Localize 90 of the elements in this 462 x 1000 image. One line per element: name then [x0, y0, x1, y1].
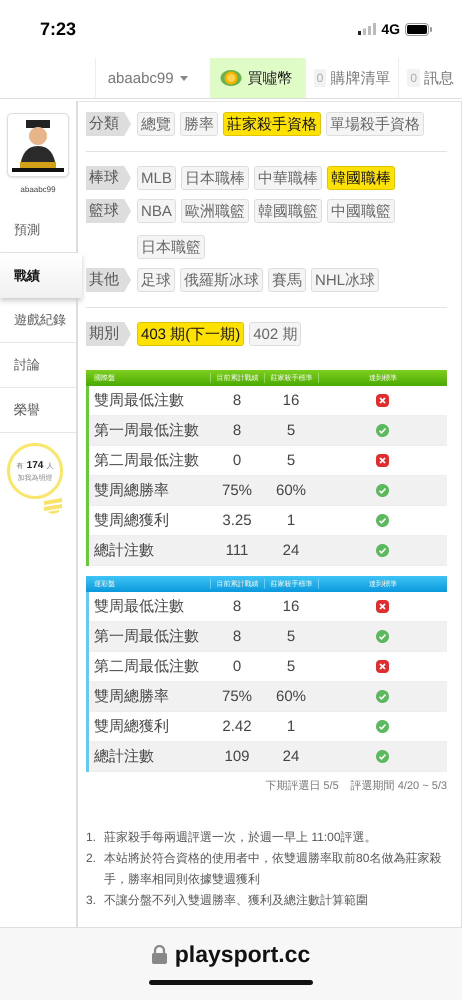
table-cell-text: 雙周總勝率: [93, 687, 170, 706]
home-indicator[interactable]: [149, 980, 313, 985]
table-cell-text: 8: [232, 392, 242, 409]
table-cell-text: 第二周最低注數: [93, 657, 200, 676]
fans-count: 174: [26, 460, 44, 470]
filter-tag[interactable]: NBA: [137, 199, 176, 223]
table-cell-text: 雙周最低注數: [93, 597, 185, 616]
table-cell-text: 8: [232, 628, 242, 645]
lock-icon: [152, 945, 167, 964]
count-badge: 0: [314, 69, 326, 87]
filter-tag[interactable]: 韓國職籃: [254, 199, 322, 223]
table-cell-text: 0: [232, 658, 242, 675]
filter-label: 分類: [86, 112, 131, 136]
buy-coins-button[interactable]: 買噓幣: [210, 58, 305, 98]
filter-tag[interactable]: 足球: [137, 268, 175, 292]
table-cell-text: 1: [286, 718, 296, 735]
table-cell-text: 5: [286, 658, 296, 675]
filter-label: 其他: [86, 268, 131, 292]
count-badge: 0: [407, 69, 420, 87]
table-cell-text: 第二周最低注數: [93, 451, 200, 470]
filter-label: 籃球: [86, 199, 131, 223]
filter-label: 棒球: [86, 166, 131, 190]
username: abaabc99: [19, 185, 57, 194]
filter-tag[interactable]: 總覽: [137, 112, 175, 136]
table-cell-text: 24: [282, 748, 300, 765]
clock-time: 7:23: [40, 18, 76, 40]
battery-icon: [405, 22, 432, 36]
table-cell-text: 0: [232, 452, 242, 469]
table-cell-text: 60%: [274, 688, 308, 705]
filter-tag[interactable]: 賽馬: [268, 268, 306, 292]
table-cell-text: 第一周最低注數: [93, 627, 200, 646]
table-cell-text: 第一周最低注數: [93, 421, 200, 440]
rule-number: 3.: [86, 892, 96, 909]
filter-tag[interactable]: 勝率: [180, 112, 218, 136]
filter-tag[interactable]: 日本職籃: [137, 235, 205, 259]
table-cell-text: 2.42: [221, 718, 253, 735]
table-cell-text: 雙周總獲利: [93, 511, 170, 530]
network-label: 4G: [381, 21, 400, 37]
messages-link[interactable]: 0 訊息: [398, 58, 462, 98]
rule-text: 不讓分盤不列入雙週勝率、獲利及總注數計算範圍: [104, 892, 368, 909]
filter-tag[interactable]: 單場殺手資格: [326, 112, 424, 136]
sidebar-tab[interactable]: 榮譽: [0, 388, 76, 433]
filter-tag[interactable]: 403 期(下一期): [137, 322, 244, 346]
sidebar-tab[interactable]: 討論: [0, 343, 76, 388]
rule-number: 2.: [86, 850, 96, 867]
table-cell-text: 雙周總獲利: [93, 717, 170, 736]
table-cell-text: 雙周最低注數: [93, 391, 185, 410]
coin-icon: [220, 69, 242, 87]
rule-text: 本站將於符合資格的使用者中，依雙週勝率取前80名做為莊家殺手，勝率相同則依據雙週獲利: [104, 850, 442, 888]
cart-link[interactable]: 0 購牌清單: [304, 58, 398, 98]
filter-tag[interactable]: MLB: [137, 166, 176, 190]
signal-icon: [358, 23, 376, 35]
table-cell-text: 16: [282, 598, 300, 615]
evaluation-period: 評選期間 4/20 ~ 5/3: [350, 779, 447, 793]
table-cell-text: 8: [232, 598, 242, 615]
filter-tag[interactable]: 402 期: [249, 322, 302, 346]
table-cell-text: 5: [286, 628, 296, 645]
filter-tag[interactable]: 韓國職棒: [326, 166, 395, 190]
filter-tag[interactable]: 歐洲職籃: [180, 199, 249, 223]
table-cell-text: 3.25: [221, 512, 253, 529]
domain-text: playsport.cc: [174, 941, 310, 968]
filter-tag[interactable]: NHL冰球: [311, 268, 380, 292]
table-cell-text: 8: [232, 422, 242, 439]
table-cell-text: 60%: [274, 482, 308, 499]
filter-tag[interactable]: 莊家殺手資格: [223, 112, 321, 136]
bulb-base-icon: [44, 498, 62, 514]
next-evaluation-date: 下期評選日 5/5: [265, 779, 339, 793]
table-cell-text: 111: [224, 542, 250, 559]
table-cell-text: 雙周總勝率: [93, 481, 170, 500]
table-cell-text: 總計注數: [93, 541, 155, 560]
filter-tag[interactable]: 中國職籃: [326, 199, 395, 223]
filter-label: 期別: [86, 322, 131, 346]
sidebar-tab[interactable]: 遊戲紀錄: [0, 298, 76, 343]
sidebar-tab[interactable]: 戰績: [0, 253, 82, 298]
rule-text: 莊家殺手每兩週評選一次，於週一早上 11:00評選。: [104, 829, 376, 846]
table-cell-text: 5: [286, 452, 296, 469]
filter-tag[interactable]: 日本職棒: [180, 166, 249, 190]
table-cell-text: 總計注數: [93, 747, 155, 766]
table-cell-text: 109: [223, 748, 251, 765]
table-cell-text: 75%: [220, 482, 254, 499]
filter-tag[interactable]: 中華職棒: [254, 166, 322, 190]
rule-number: 1.: [86, 829, 96, 846]
caret-icon: [180, 76, 188, 80]
filter-tag[interactable]: 俄羅斯冰球: [180, 268, 263, 292]
table-cell-text: 5: [286, 422, 296, 439]
table-cell-text: 1: [286, 512, 296, 529]
table-cell-text: 16: [282, 392, 300, 409]
table-cell-text: 75%: [220, 688, 254, 705]
table-cell-text: 24: [282, 542, 300, 559]
address-bar[interactable]: playsport.cc: [0, 927, 462, 1000]
